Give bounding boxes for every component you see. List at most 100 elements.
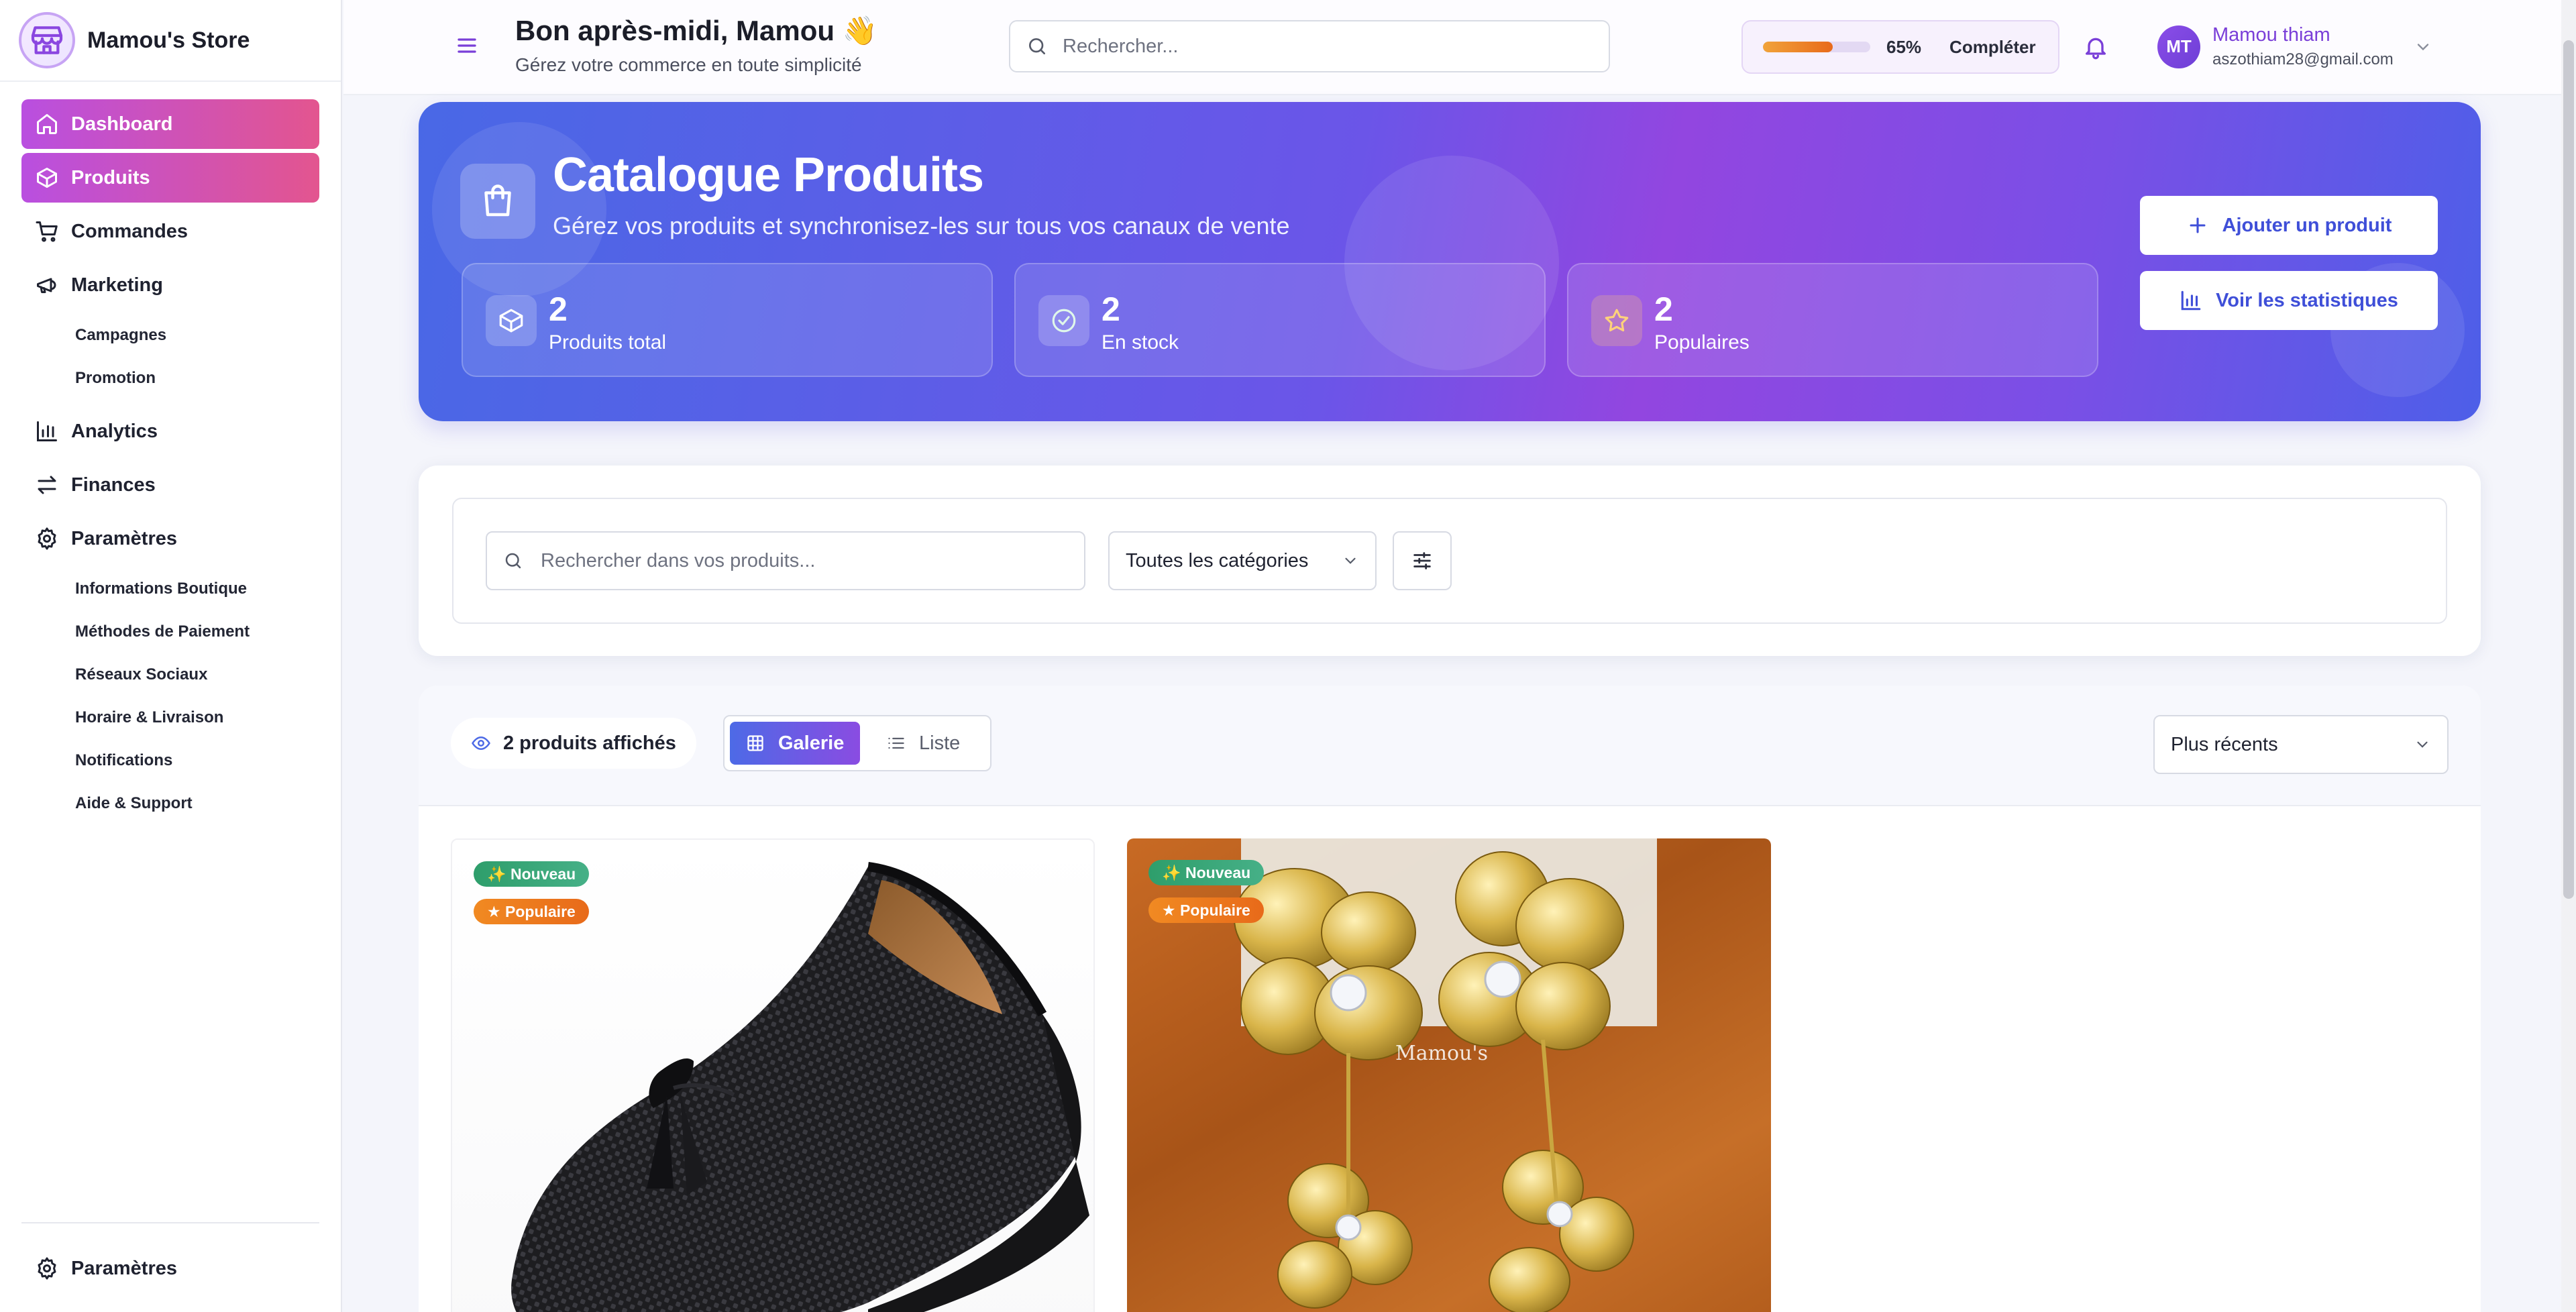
filter-panel: Toutes les catégories bbox=[419, 466, 2481, 656]
sidebar-bottom-parametres[interactable]: Paramètres bbox=[21, 1244, 319, 1293]
check-circle-icon bbox=[1038, 295, 1089, 346]
sidebar-item-produits[interactable]: Produits bbox=[21, 153, 319, 203]
product-count: 2 produits affichés bbox=[451, 718, 696, 769]
sidebar-item-label: Paramètres bbox=[71, 527, 177, 549]
sidebar-subitem-campagnes[interactable]: Campagnes bbox=[21, 314, 319, 357]
brand[interactable]: Mamou's Store bbox=[0, 0, 341, 82]
sidebar-subitem-informations-boutique[interactable]: Informations Boutique bbox=[21, 567, 319, 610]
global-search-input[interactable] bbox=[1063, 35, 1586, 58]
popular-badge: ★ Populaire bbox=[1148, 897, 1264, 923]
page-scrollbar[interactable] bbox=[2561, 0, 2576, 1312]
popular-badge-label: Populaire bbox=[1180, 901, 1250, 919]
stat-label: Produits total bbox=[549, 331, 667, 353]
chevron-down-icon bbox=[2417, 43, 2428, 50]
star-icon: ★ bbox=[1162, 901, 1181, 919]
sort-select[interactable]: Plus récents bbox=[2153, 715, 2449, 774]
complete-button[interactable]: Compléter bbox=[1949, 37, 2036, 58]
sliders-icon bbox=[1413, 552, 1431, 569]
user-name: Mamou thiam bbox=[2212, 24, 2330, 46]
store-name: Mamou's Store bbox=[87, 27, 250, 53]
product-count-label: 2 produits affichés bbox=[503, 732, 676, 754]
page-subtitle: Gérez vos produits et synchronisez-les s… bbox=[553, 212, 1290, 239]
sidebar-subitem-reseaux-sociaux[interactable]: Réseaux Sociaux bbox=[21, 653, 319, 696]
sidebar: Mamou's Store Dashboard Produits Command… bbox=[0, 0, 342, 1312]
greeting-subtitle: Gérez votre commerce en toute simplicité bbox=[515, 54, 862, 75]
sidebar-item-label: Commandes bbox=[71, 220, 189, 242]
view-stats-button[interactable]: Voir les statistiques bbox=[2140, 271, 2438, 330]
bar-chart-icon bbox=[37, 421, 57, 441]
stat-card-popular: 2 Populaires bbox=[1567, 263, 2098, 377]
chevron-down-icon bbox=[2417, 741, 2428, 748]
sidebar-item-dashboard[interactable]: Dashboard bbox=[21, 99, 319, 149]
page-title: Catalogue Produits bbox=[553, 148, 984, 202]
sidebar-item-label: Marketing bbox=[71, 274, 163, 296]
search-icon bbox=[1029, 38, 1045, 54]
sidebar-item-label: Paramètres bbox=[71, 1257, 177, 1279]
sidebar-footer: Paramètres bbox=[21, 1222, 319, 1297]
product-watermark: Mamou's bbox=[1395, 1042, 1488, 1065]
gear-icon bbox=[38, 1257, 56, 1280]
greeting-title: Bon après-midi, Mamou 👋 bbox=[515, 15, 878, 46]
product-search-input[interactable] bbox=[541, 549, 1077, 572]
chevron-down-icon bbox=[1345, 557, 1356, 564]
global-search bbox=[1009, 20, 1610, 72]
box-icon bbox=[37, 168, 57, 188]
completion-progress-fill bbox=[1763, 42, 1833, 52]
transfer-icon bbox=[38, 476, 56, 494]
star-icon: ★ bbox=[487, 902, 506, 920]
eye-icon bbox=[472, 736, 490, 751]
gallery-view-label: Galerie bbox=[778, 732, 845, 754]
product-card[interactable]: ✨ Nouveau ★ Populaire bbox=[451, 838, 1095, 1312]
add-product-button[interactable]: Ajouter un produit bbox=[2140, 196, 2438, 255]
completion-progress-bar bbox=[1763, 42, 1870, 52]
sidebar-subitem-aide-support[interactable]: Aide & Support bbox=[21, 782, 319, 825]
bell-icon[interactable] bbox=[2082, 34, 2109, 60]
gear-icon bbox=[38, 527, 56, 550]
stat-label: Populaires bbox=[1654, 331, 1750, 353]
sidebar-item-commandes[interactable]: Commandes bbox=[21, 207, 319, 256]
cart-icon bbox=[36, 221, 58, 242]
sidebar-subitem-promotion[interactable]: Promotion bbox=[21, 357, 319, 400]
home-icon bbox=[37, 114, 57, 134]
megaphone-icon bbox=[37, 278, 56, 293]
view-toggle: Galerie Liste bbox=[723, 715, 991, 771]
category-select[interactable]: Toutes les catégories bbox=[1108, 531, 1377, 590]
sidebar-subitem-horaire-livraison[interactable]: Horaire & Livraison bbox=[21, 696, 319, 739]
sidebar-item-analytics[interactable]: Analytics bbox=[21, 406, 319, 456]
product-list-section: 2 produits affichés Galerie Liste Plus r… bbox=[419, 686, 2481, 1312]
advanced-filters-button[interactable] bbox=[1393, 531, 1452, 590]
sidebar-item-finances[interactable]: Finances bbox=[21, 460, 319, 510]
store-logo-icon bbox=[19, 12, 75, 68]
sidebar-item-label: Produits bbox=[71, 166, 150, 188]
category-select-value: Toutes les catégories bbox=[1126, 549, 1309, 571]
menu-icon[interactable] bbox=[455, 34, 479, 58]
grid-icon bbox=[747, 735, 763, 751]
stat-value: 2 bbox=[1102, 290, 1120, 328]
new-badge: ✨ Nouveau bbox=[474, 861, 590, 887]
greeting-block: Bon après-midi, Mamou 👋 Gérez votre comm… bbox=[515, 15, 877, 76]
sidebar-item-parametres[interactable]: Paramètres bbox=[21, 514, 319, 563]
stat-card-stock: 2 En stock bbox=[1014, 263, 1546, 377]
list-view-button[interactable]: Liste bbox=[871, 722, 976, 765]
scrollbar-thumb[interactable] bbox=[2563, 40, 2574, 899]
popular-badge-label: Populaire bbox=[505, 902, 576, 920]
add-product-label: Ajouter un produit bbox=[2222, 214, 2392, 236]
catalog-hero: Catalogue Produits Gérez vos produits et… bbox=[419, 102, 2481, 421]
shopping-bag-icon bbox=[460, 164, 535, 239]
user-menu[interactable]: MT Mamou thiam aszothiam28@gmail.com bbox=[2157, 24, 2432, 69]
search-icon bbox=[505, 553, 521, 569]
product-card[interactable]: Mamou's ✨ Nouveau ★ Populaire bbox=[1127, 838, 1771, 1312]
gallery-view-button[interactable]: Galerie bbox=[730, 722, 861, 765]
sidebar-item-marketing[interactable]: Marketing bbox=[21, 260, 319, 310]
profile-completion[interactable]: 65% Compléter bbox=[1741, 20, 2059, 74]
sidebar-item-label: Finances bbox=[71, 474, 156, 496]
stat-value: 2 bbox=[1654, 290, 1673, 328]
stat-label: En stock bbox=[1102, 331, 1179, 353]
list-icon bbox=[888, 737, 904, 749]
sidebar-subitem-methodes-paiement[interactable]: Méthodes de Paiement bbox=[21, 610, 319, 653]
product-search bbox=[486, 531, 1085, 590]
sidebar-item-label: Analytics bbox=[71, 420, 158, 442]
sidebar-item-label: Dashboard bbox=[71, 113, 173, 135]
stat-value: 2 bbox=[549, 290, 568, 328]
sidebar-subitem-notifications[interactable]: Notifications bbox=[21, 739, 319, 782]
